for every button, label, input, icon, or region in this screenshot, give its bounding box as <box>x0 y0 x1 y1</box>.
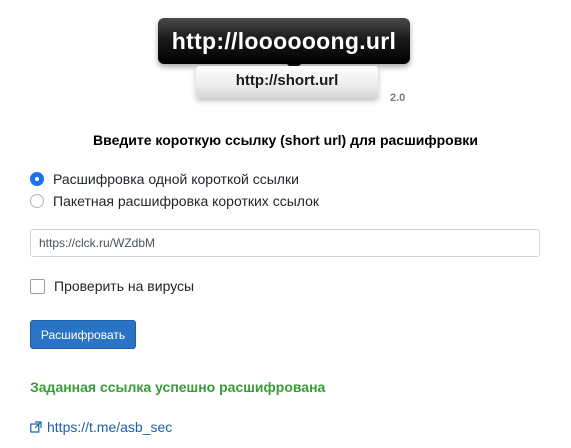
radio-batch-label: Пакетная расшифровка коротких ссылок <box>53 193 319 209</box>
radio-single-label: Расшифровка одной короткой ссылки <box>53 171 299 187</box>
page-heading: Введите короткую ссылку (short url) для … <box>93 132 478 148</box>
radio-option-batch[interactable]: Пакетная расшифровка коротких ссылок <box>30 191 319 211</box>
radio-batch-control[interactable] <box>30 194 44 208</box>
logo-short-url: http://short.url <box>196 66 378 98</box>
logo-version: 2.0 <box>390 92 406 104</box>
status-message: Заданная ссылка успешно расшифрована <box>30 379 326 395</box>
result-row: https://t.me/asb_sec <box>30 417 172 437</box>
short-url-input[interactable] <box>30 229 540 257</box>
virus-check-checkbox[interactable] <box>30 278 45 294</box>
external-link-icon <box>30 421 42 433</box>
result-link[interactable]: https://t.me/asb_sec <box>47 419 172 435</box>
decode-button[interactable]: Расшифровать <box>30 320 136 349</box>
virus-check-option[interactable]: Проверить на вирусы <box>30 276 194 296</box>
logo-long-url: http://loooooong.url <box>158 18 410 64</box>
virus-check-label: Проверить на вирусы <box>54 278 195 294</box>
radio-option-single[interactable]: Расшифровка одной короткой ссылки <box>30 169 299 189</box>
logo: http://loooooong.url http://short.url 2.… <box>0 0 571 110</box>
radio-single-control[interactable] <box>30 172 44 186</box>
